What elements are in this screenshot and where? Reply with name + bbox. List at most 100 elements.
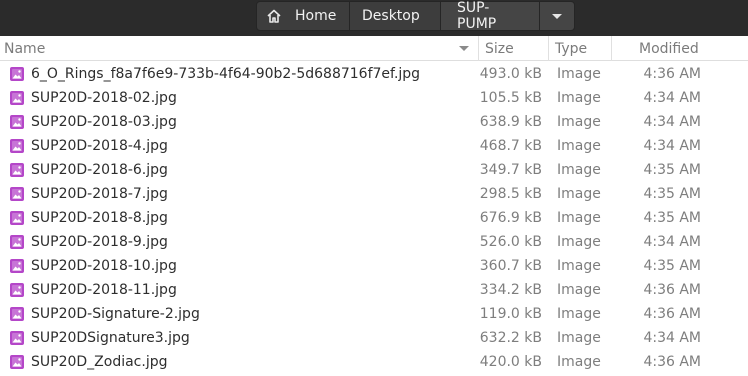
image-file-icon <box>9 282 25 298</box>
file-size: 632.2 kB <box>479 330 542 346</box>
path-bar: Home Desktop SUP-PUMP <box>256 0 575 32</box>
file-type: Image <box>557 162 601 178</box>
file-size: 334.2 kB <box>479 282 542 298</box>
file-type: Image <box>557 234 601 250</box>
file-row[interactable]: SUP20D-2018-02.jpg 105.5 kB Image 4:34 AM <box>0 86 748 110</box>
file-size: 360.7 kB <box>479 258 542 274</box>
image-file-icon <box>9 114 25 130</box>
file-name: 6_O_Rings_f8a7f6e9-733b-4f64-90b2-5d6887… <box>31 66 421 82</box>
file-row[interactable]: SUP20D-2018-7.jpg 298.5 kB Image 4:35 AM <box>0 182 748 206</box>
image-file-icon <box>9 354 25 370</box>
file-modified: 4:34 AM <box>643 330 701 346</box>
file-type: Image <box>557 114 601 130</box>
file-size: 105.5 kB <box>479 90 542 106</box>
file-row[interactable]: 6_O_Rings_f8a7f6e9-733b-4f64-90b2-5d6887… <box>0 62 748 86</box>
file-list: 6_O_Rings_f8a7f6e9-733b-4f64-90b2-5d6887… <box>0 62 748 374</box>
file-size: 638.9 kB <box>479 114 542 130</box>
column-header-size[interactable]: Size <box>479 36 549 61</box>
file-row[interactable]: SUP20D_Zodiac.jpg 420.0 kB Image 4:36 AM <box>0 350 748 374</box>
file-type: Image <box>557 186 601 202</box>
file-size: 526.0 kB <box>479 234 542 250</box>
column-header-modified[interactable]: Modified <box>612 36 748 61</box>
file-name-cell: SUP20D-2018-4.jpg <box>0 138 479 154</box>
file-modified: 4:34 AM <box>643 90 701 106</box>
file-modified: 4:36 AM <box>643 306 701 322</box>
file-name: SUP20D-2018-02.jpg <box>31 90 177 106</box>
file-modified: 4:35 AM <box>643 186 701 202</box>
file-size: 119.0 kB <box>479 306 542 322</box>
file-type: Image <box>557 138 601 154</box>
chevron-down-icon <box>552 13 562 19</box>
file-row[interactable]: SUP20D-2018-11.jpg 334.2 kB Image 4:36 AM <box>0 278 748 302</box>
file-modified: 4:36 AM <box>643 282 701 298</box>
path-button-home[interactable]: Home <box>256 1 350 31</box>
file-name-cell: SUP20D-2018-6.jpg <box>0 162 479 178</box>
column-header-modified-label: Modified <box>639 40 699 57</box>
file-name-cell: SUP20D-2018-8.jpg <box>0 210 479 226</box>
file-row[interactable]: SUP20D-2018-4.jpg 468.7 kB Image 4:34 AM <box>0 134 748 158</box>
file-size: 676.9 kB <box>479 210 542 226</box>
file-name-cell: SUP20D-2018-02.jpg <box>0 90 479 106</box>
file-row[interactable]: SUP20D-2018-8.jpg 676.9 kB Image 4:35 AM <box>0 206 748 230</box>
file-modified: 4:36 AM <box>643 354 701 370</box>
file-modified: 4:35 AM <box>643 210 701 226</box>
file-size: 420.0 kB <box>479 354 542 370</box>
file-name: SUP20D-Signature-2.jpg <box>31 306 200 322</box>
file-row[interactable]: SUP20D-2018-03.jpg 638.9 kB Image 4:34 AM <box>0 110 748 134</box>
column-header-name-label: Name <box>4 40 46 57</box>
file-name: SUP20D-2018-8.jpg <box>31 210 168 226</box>
image-file-icon <box>9 330 25 346</box>
path-button-current[interactable]: SUP-PUMP <box>441 0 540 32</box>
file-row[interactable]: SUP20D-2018-6.jpg 349.7 kB Image 4:35 AM <box>0 158 748 182</box>
file-modified: 4:34 AM <box>643 114 701 130</box>
file-name: SUP20D-2018-11.jpg <box>31 282 177 298</box>
path-button-desktop[interactable]: Desktop <box>350 1 441 31</box>
file-type: Image <box>557 330 601 346</box>
path-home-label: Home <box>295 8 337 24</box>
file-type: Image <box>557 210 601 226</box>
file-row[interactable]: SUP20D-2018-10.jpg 360.7 kB Image 4:35 AM <box>0 254 748 278</box>
file-type: Image <box>557 66 601 82</box>
file-row[interactable]: SUP20D-2018-9.jpg 526.0 kB Image 4:34 AM <box>0 230 748 254</box>
image-file-icon <box>9 66 25 82</box>
image-file-icon <box>9 186 25 202</box>
file-name: SUP20D-2018-6.jpg <box>31 162 168 178</box>
file-name-cell: SUP20DSignature3.jpg <box>0 330 479 346</box>
file-modified: 4:36 AM <box>643 66 701 82</box>
file-name: SUP20D-2018-10.jpg <box>31 258 177 274</box>
column-header-name[interactable]: Name <box>0 36 479 61</box>
file-row[interactable]: SUP20DSignature3.jpg 632.2 kB Image 4:34 AM <box>0 326 748 350</box>
file-name-cell: SUP20D-2018-10.jpg <box>0 258 479 274</box>
file-modified: 4:34 AM <box>643 138 701 154</box>
file-modified: 4:34 AM <box>643 234 701 250</box>
file-name-cell: SUP20D-2018-7.jpg <box>0 186 479 202</box>
file-type: Image <box>557 258 601 274</box>
file-name: SUP20DSignature3.jpg <box>31 330 190 346</box>
image-file-icon <box>9 162 25 178</box>
header-bar: Home Desktop SUP-PUMP <box>0 0 748 36</box>
file-modified: 4:35 AM <box>643 162 701 178</box>
path-desktop-label: Desktop <box>362 8 420 24</box>
path-menu-button[interactable] <box>540 1 575 31</box>
file-type: Image <box>557 354 601 370</box>
file-row[interactable]: SUP20D-Signature-2.jpg 119.0 kB Image 4:36 … <box>0 302 748 326</box>
file-type: Image <box>557 90 601 106</box>
file-name: SUP20D-2018-4.jpg <box>31 138 168 154</box>
file-type: Image <box>557 282 601 298</box>
file-size: 349.7 kB <box>479 162 542 178</box>
file-name-cell: SUP20D-2018-03.jpg <box>0 114 479 130</box>
image-file-icon <box>9 258 25 274</box>
file-size: 298.5 kB <box>479 186 542 202</box>
column-header-type[interactable]: Type <box>549 36 612 61</box>
file-size: 493.0 kB <box>479 66 542 82</box>
file-name-cell: SUP20D-Signature-2.jpg <box>0 306 479 322</box>
image-file-icon <box>9 306 25 322</box>
image-file-icon <box>9 138 25 154</box>
image-file-icon <box>9 210 25 226</box>
file-name: SUP20D-2018-03.jpg <box>31 114 177 130</box>
file-type: Image <box>557 306 601 322</box>
file-name: SUP20D_Zodiac.jpg <box>31 354 168 370</box>
path-current-label: SUP-PUMP <box>457 0 497 32</box>
file-name-cell: SUP20D-2018-9.jpg <box>0 234 479 250</box>
file-size: 468.7 kB <box>479 138 542 154</box>
